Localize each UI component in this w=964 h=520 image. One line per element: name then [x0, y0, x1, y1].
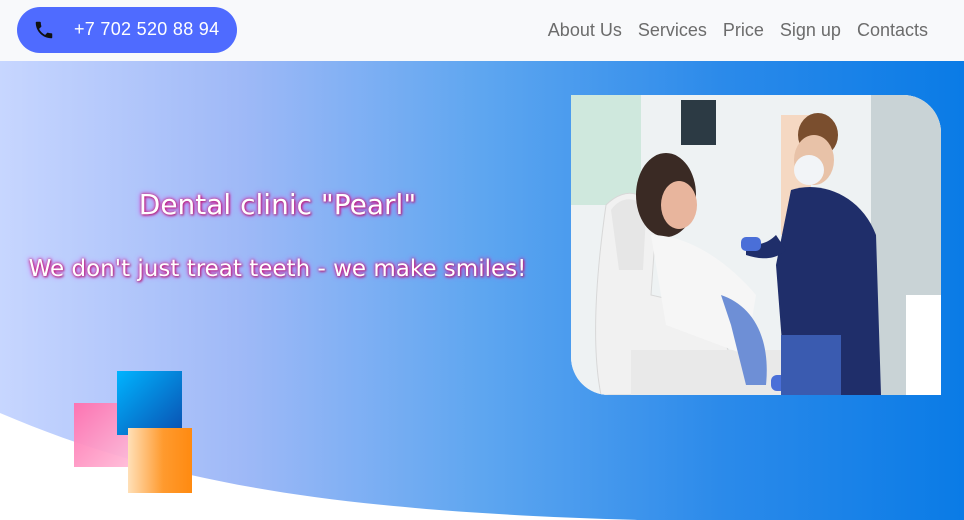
nav-contacts[interactable]: Contacts — [857, 20, 928, 41]
hero-slogan: We don't just treat teeth - we make smil… — [28, 256, 527, 282]
nav-price[interactable]: Price — [723, 20, 764, 41]
hero-title: Dental clinic "Pearl" — [138, 188, 417, 221]
phone-number: +7 702 520 88 94 — [74, 19, 220, 39]
decor-square-orange — [128, 428, 192, 493]
nav-sign-up[interactable]: Sign up — [780, 20, 841, 41]
main-nav: About Us Services Price Sign up Contacts — [532, 20, 928, 41]
nav-about-us[interactable]: About Us — [548, 20, 622, 41]
hero-section: Dental clinic "Pearl" We don't just trea… — [0, 61, 964, 520]
dentist-photo-illustration — [571, 95, 941, 395]
hero-photo — [571, 95, 941, 395]
top-navbar: +7 702 520 88 94 About Us Services Price… — [0, 0, 964, 61]
decor-square-blue — [117, 371, 182, 435]
phone-button[interactable]: +7 702 520 88 94 — [17, 7, 237, 53]
phone-icon — [35, 21, 53, 39]
nav-services[interactable]: Services — [638, 20, 707, 41]
